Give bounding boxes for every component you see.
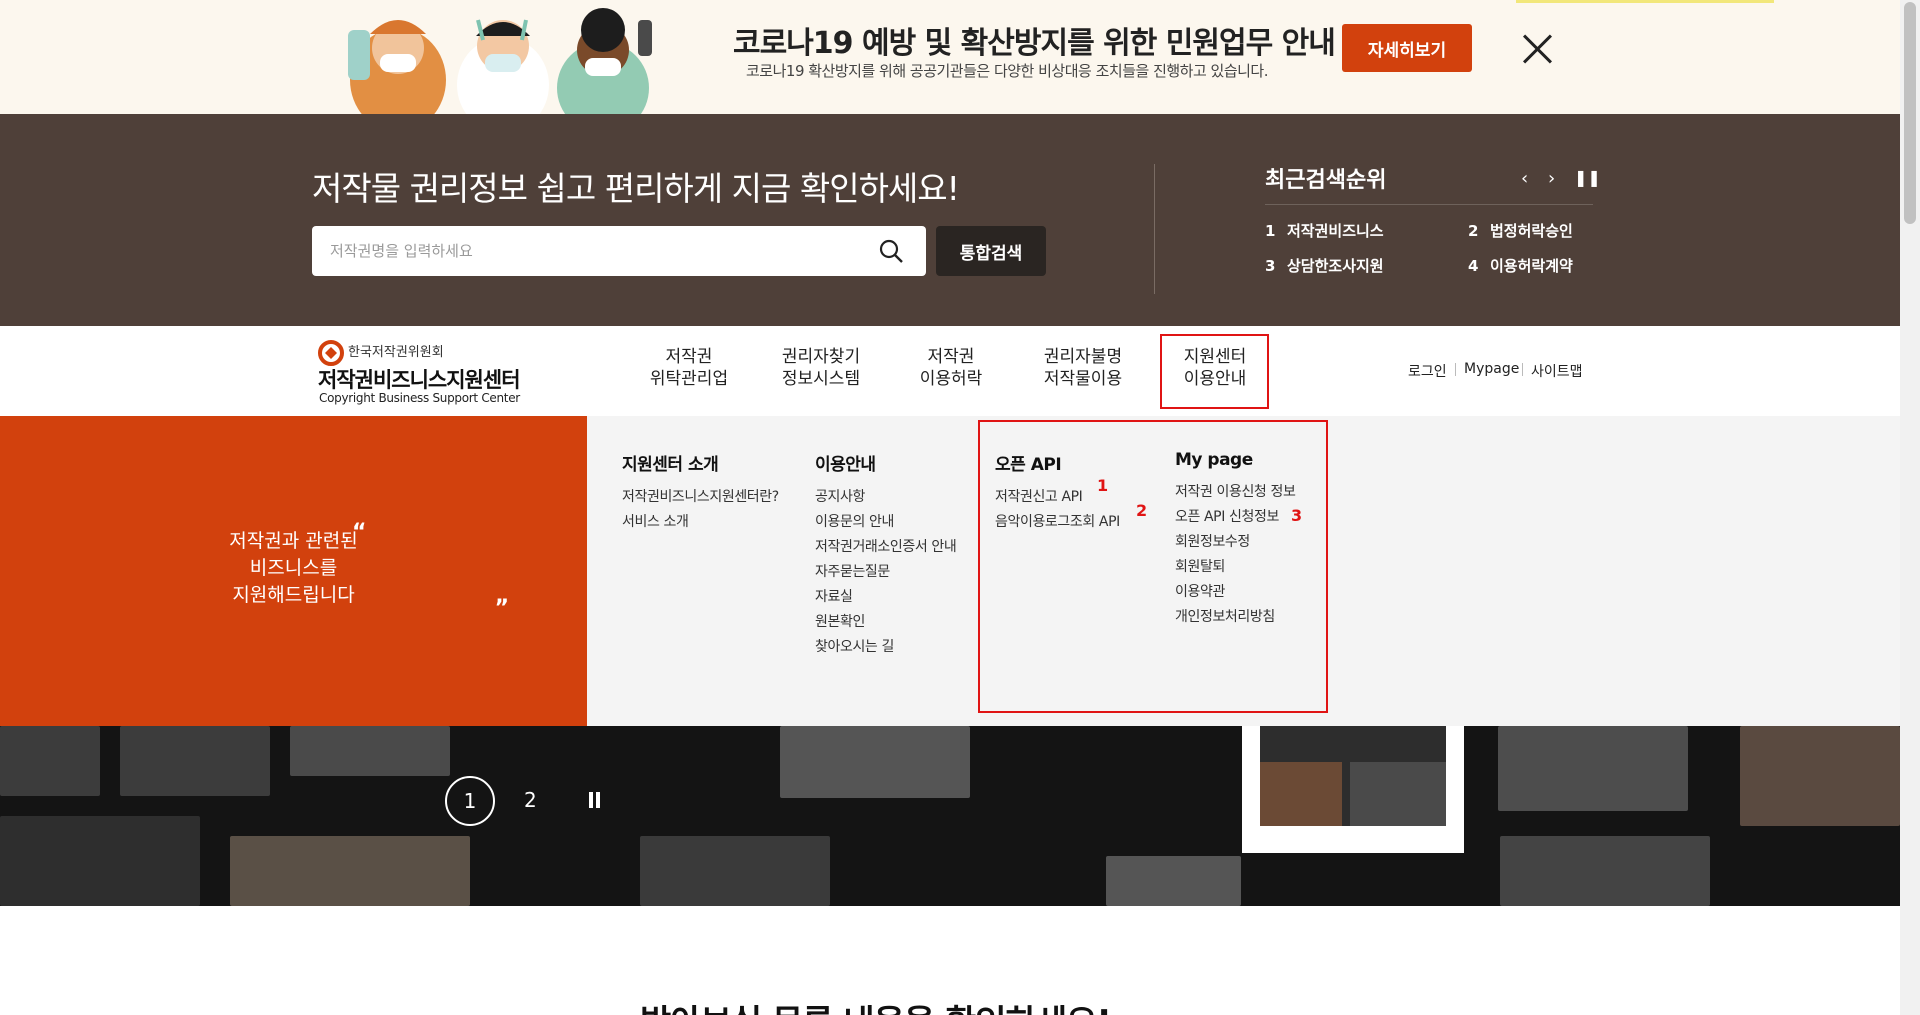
menu-item[interactable]: 자주묻는질문 bbox=[815, 560, 956, 585]
divider bbox=[1154, 164, 1155, 294]
menu-column-title[interactable]: 이용안내 bbox=[815, 450, 956, 475]
gnb-label: 정보시스템 bbox=[781, 369, 861, 389]
menu-item[interactable]: 찾아오시는 길 bbox=[815, 635, 956, 660]
quote-line: 비즈니스를 bbox=[249, 557, 338, 579]
pause-icon[interactable] bbox=[588, 792, 602, 810]
detail-button[interactable]: 자세히보기 bbox=[1342, 24, 1472, 72]
menu-item[interactable]: 이용문의 안내 bbox=[815, 510, 956, 535]
annotation-highlight-box bbox=[978, 420, 1328, 713]
background-tile bbox=[0, 816, 200, 906]
quote-line: 저작권과 관련된 bbox=[229, 530, 358, 552]
popup-card[interactable] bbox=[1242, 726, 1464, 853]
ranking-divider bbox=[1265, 204, 1593, 205]
ranking-item[interactable]: 2 법정허락승인 bbox=[1468, 220, 1573, 241]
menu-column-about: 지원센터 소개 저작권비즈니스지원센터란? 서비스 소개 bbox=[622, 450, 779, 535]
pause-icon[interactable]: ❚❚ bbox=[1574, 168, 1601, 187]
rank-number: 2 bbox=[1468, 222, 1479, 240]
background-tile bbox=[230, 836, 470, 906]
background-tile bbox=[780, 726, 970, 798]
gnb-label: 권리자불명 bbox=[1043, 347, 1123, 367]
logo-english: Copyright Business Support Center bbox=[319, 391, 520, 405]
rank-label: 법정허락승인 bbox=[1490, 222, 1573, 240]
background-tile bbox=[1498, 726, 1688, 811]
ranking-item[interactable]: 4 이용허락계약 bbox=[1468, 255, 1573, 276]
popup-image bbox=[1260, 726, 1446, 826]
slide-page-button-active[interactable]: 1 bbox=[445, 776, 495, 826]
logo-icon[interactable] bbox=[318, 340, 344, 366]
menu-item[interactable]: 저작권비즈니스지원센터란? bbox=[622, 485, 779, 510]
mypage-link[interactable]: Mypage bbox=[1464, 361, 1519, 377]
util-separator bbox=[1522, 363, 1523, 376]
background-tile bbox=[640, 836, 830, 906]
background-tile bbox=[120, 726, 270, 796]
search-input[interactable] bbox=[312, 226, 926, 276]
ranking-item[interactable]: 1 저작권비즈니스 bbox=[1265, 220, 1384, 241]
chevron-right-icon[interactable]: › bbox=[1548, 168, 1555, 189]
search-icon[interactable] bbox=[878, 238, 904, 264]
covid-illustration bbox=[348, 8, 652, 114]
menu-item[interactable]: 원본확인 bbox=[815, 610, 956, 635]
covid-banner: 코로나19 예방 및 확산방지를 위한 민원업무 안내 코로나19 확산방지를 … bbox=[0, 0, 1900, 114]
gnb-rightholder-search[interactable]: 권리자찾기 정보시스템 bbox=[761, 346, 881, 390]
gnb-license[interactable]: 저작권 이용허락 bbox=[891, 346, 1011, 390]
chevron-left-icon[interactable]: ‹ bbox=[1521, 168, 1528, 189]
gnb-label: 위탁관리업 bbox=[649, 369, 729, 389]
login-link[interactable]: 로그인 bbox=[1408, 361, 1447, 381]
banner-accent-line bbox=[1516, 0, 1774, 3]
annotation-highlight-box bbox=[1160, 334, 1269, 409]
background-tile bbox=[0, 726, 100, 796]
page: 코로나19 예방 및 확산방지를 위한 민원업무 안내 코로나19 확산방지를 … bbox=[0, 0, 1920, 1015]
background-tile bbox=[1740, 726, 1900, 826]
gnb-orphan-works[interactable]: 권리자불명 저작물이용 bbox=[1023, 346, 1143, 390]
menu-column-title[interactable]: 지원센터 소개 bbox=[622, 450, 779, 475]
gnb-label: 이용허락 bbox=[919, 369, 983, 389]
gnb-label: 저작물이용 bbox=[1043, 369, 1123, 389]
rank-number: 1 bbox=[1265, 222, 1276, 240]
gnb-label: 권리자찾기 bbox=[781, 347, 861, 367]
menu-item[interactable]: 공지사항 bbox=[815, 485, 956, 510]
mega-menu-intro: “ 저작권과 관련된 비즈니스를 지원해드립니다 „ bbox=[0, 416, 587, 726]
background-tile bbox=[1500, 836, 1710, 906]
menu-item[interactable]: 저작권거래소인증서 안내 bbox=[815, 535, 957, 560]
logo-org: 한국저작권위원회 bbox=[348, 345, 444, 360]
close-icon[interactable] bbox=[1522, 34, 1552, 64]
photo-tile bbox=[1260, 762, 1342, 826]
ranking-title: 최근검색순위 bbox=[1265, 168, 1387, 193]
rank-label: 저작권비즈니스 bbox=[1287, 222, 1384, 240]
background-tile bbox=[1106, 856, 1241, 906]
global-header: 한국저작권위원회 저작권비즈니스지원센터 Copyright Business … bbox=[0, 326, 1900, 416]
menu-column-guide: 이용안내 공지사항 이용문의 안내 저작권거래소인증서 안내 자주묻는질문 자료… bbox=[815, 450, 957, 660]
menu-item[interactable]: 서비스 소개 bbox=[622, 510, 779, 535]
rank-label: 상담한조사지원 bbox=[1287, 257, 1384, 275]
rank-number: 4 bbox=[1468, 257, 1479, 275]
quote-close: „ bbox=[495, 584, 510, 609]
background-tile bbox=[290, 726, 450, 776]
rank-label: 이용허락계약 bbox=[1490, 257, 1573, 275]
gnb-label: 저작권 bbox=[665, 347, 713, 367]
rank-number: 3 bbox=[1265, 257, 1276, 275]
integrated-search-button[interactable]: 통합검색 bbox=[936, 226, 1046, 276]
util-separator bbox=[1455, 363, 1456, 376]
search-section: 저작물 권리정보 쉽고 편리하게 지금 확인하세요! 통합검색 최근검색순위 ‹… bbox=[0, 114, 1900, 326]
slide-page-button[interactable]: 2 bbox=[524, 788, 537, 812]
search-heading: 저작물 권리정보 쉽고 편리하게 지금 확인하세요! bbox=[312, 169, 960, 208]
scrollbar-thumb[interactable] bbox=[1904, 2, 1916, 224]
logo-name[interactable]: 저작권비즈니스지원센터 bbox=[318, 364, 521, 394]
gnb-label: 저작권 bbox=[927, 347, 975, 367]
section-heading: 받아보실 목록 내용을 확인하세요! bbox=[640, 995, 1112, 1015]
scrollbar[interactable] bbox=[1900, 0, 1920, 1015]
covid-subtitle: 코로나19 확산방지를 위해 공공기관들은 다양한 비상대응 조치들을 진행하고… bbox=[746, 62, 1269, 80]
sitemap-link[interactable]: 사이트맵 bbox=[1531, 361, 1583, 381]
photo-tile bbox=[1350, 762, 1446, 826]
ranking-item[interactable]: 3 상담한조사지원 bbox=[1265, 255, 1384, 276]
hero-visual: 1 2 bbox=[0, 726, 1900, 906]
covid-title: 코로나19 예방 및 확산방지를 위한 민원업무 안내 bbox=[733, 26, 1336, 61]
gnb-consignment[interactable]: 저작권 위탁관리업 bbox=[629, 346, 749, 390]
menu-item[interactable]: 자료실 bbox=[815, 585, 956, 610]
